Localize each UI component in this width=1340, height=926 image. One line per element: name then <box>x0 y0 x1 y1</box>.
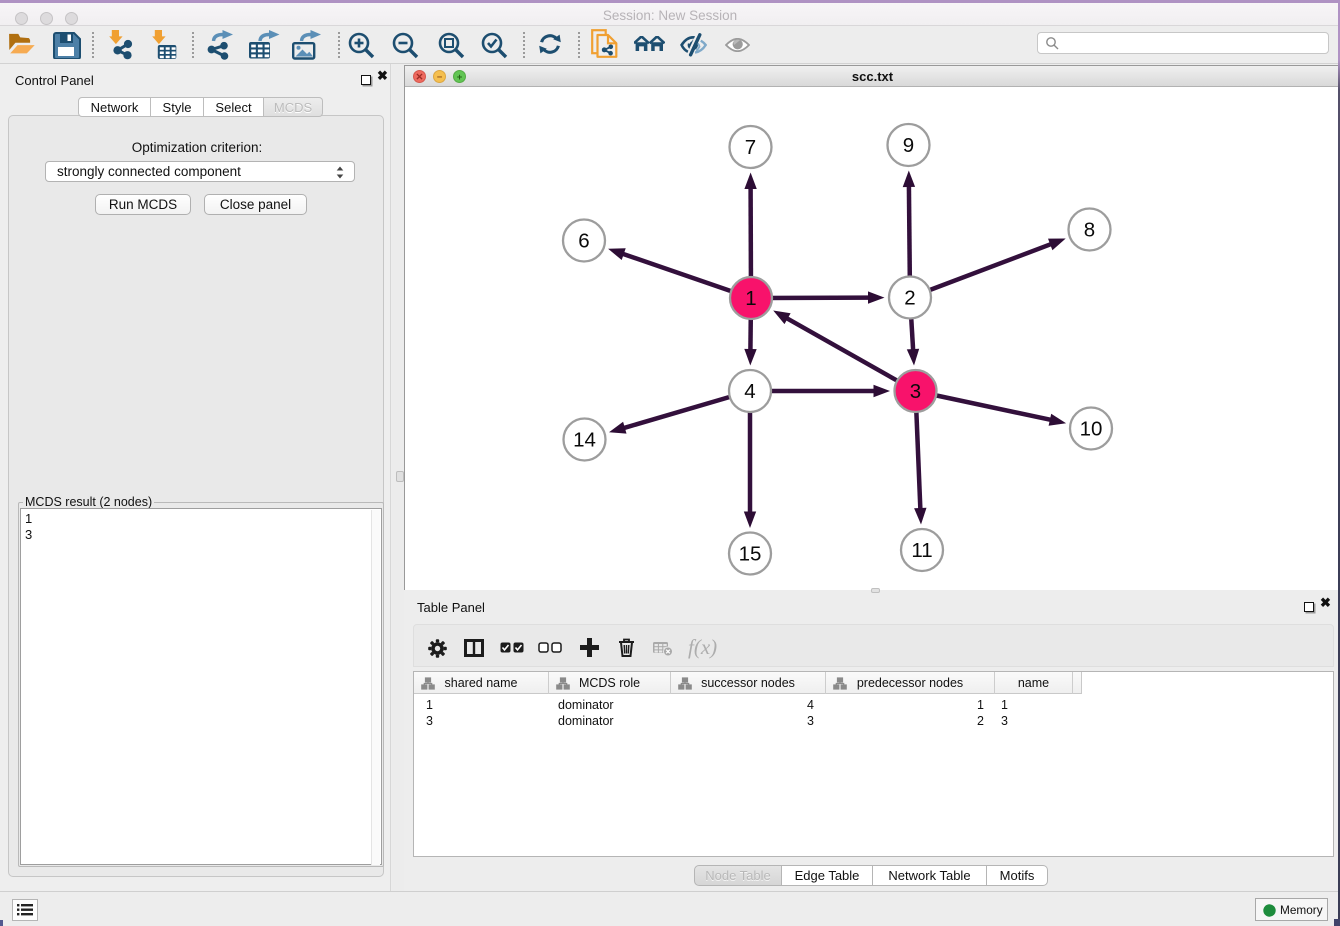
svg-text:2: 2 <box>904 287 915 310</box>
svg-text:15: 15 <box>739 543 762 566</box>
svg-text:8: 8 <box>1084 219 1095 242</box>
svg-text:7: 7 <box>745 136 756 159</box>
svg-text:11: 11 <box>911 539 932 562</box>
svg-text:3: 3 <box>910 380 921 403</box>
svg-text:10: 10 <box>1080 418 1103 441</box>
svg-text:4: 4 <box>744 380 755 403</box>
svg-text:1: 1 <box>745 287 756 310</box>
svg-text:14: 14 <box>573 429 596 452</box>
svg-text:6: 6 <box>578 230 589 253</box>
svg-text:9: 9 <box>903 134 914 157</box>
